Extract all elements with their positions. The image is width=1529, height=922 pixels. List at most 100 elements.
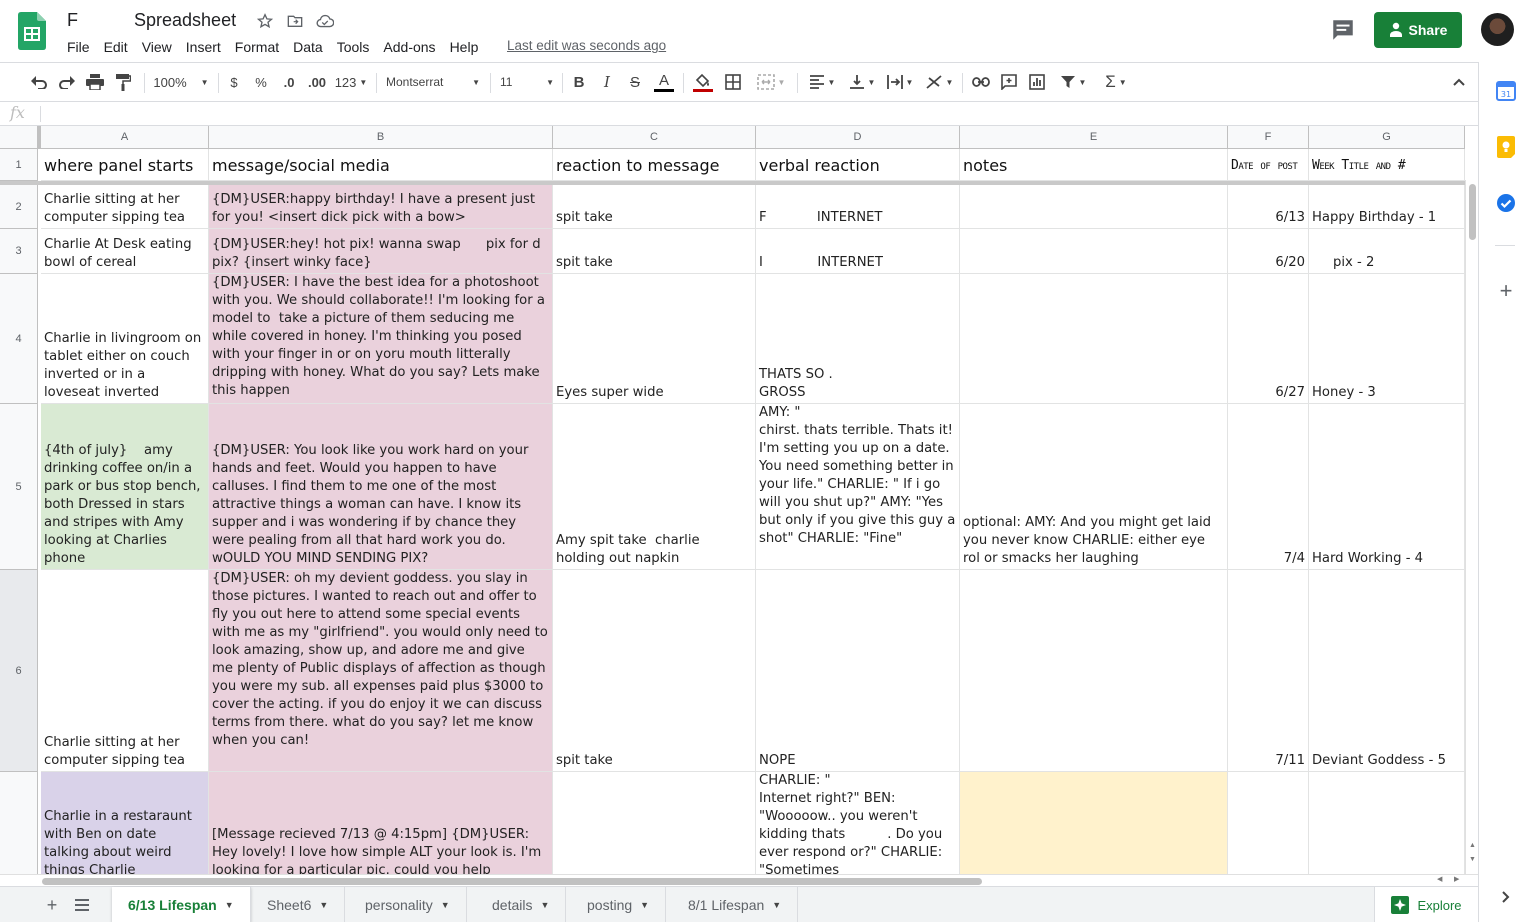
header-cell-e[interactable]: notes — [960, 149, 1228, 181]
header-cell-c[interactable]: reaction to message — [553, 149, 756, 181]
cell-c5[interactable]: Amy spit take charlie holding out napkin — [553, 404, 756, 570]
row-header-7[interactable] — [0, 772, 38, 874]
user-avatar[interactable] — [1481, 13, 1514, 46]
cell-g6[interactable]: Deviant Goddess - 5 — [1309, 570, 1465, 772]
cell-b7[interactable]: [Message recieved 7/13 @ 4:15pm] {DM}USE… — [209, 772, 553, 874]
select-all-corner[interactable] — [0, 126, 41, 149]
text-rotation-icon[interactable]: ▼ — [922, 71, 956, 93]
cell-a3[interactable]: Charlie At Desk eating bowl of cereal — [41, 229, 209, 274]
menu-edit[interactable]: Edit — [97, 37, 135, 57]
increase-decimal-button[interactable]: .00 — [304, 71, 330, 93]
cell-e2[interactable] — [960, 185, 1228, 229]
cell-c4[interactable]: Eyes super wide — [553, 274, 756, 404]
menu-file[interactable]: File — [60, 37, 97, 57]
sheets-logo-icon[interactable] — [18, 12, 46, 50]
cell-a5[interactable]: {4th of july} amy drinking coffee on/in … — [41, 404, 209, 570]
insert-chart-icon[interactable] — [1026, 71, 1048, 93]
currency-format-button[interactable]: $ — [226, 71, 242, 93]
decrease-decimal-button[interactable]: .0 — [279, 71, 299, 93]
undo-icon[interactable] — [28, 71, 50, 93]
cell-d5[interactable]: AMY: " chirst. thats terrible. Thats it!… — [756, 404, 960, 570]
font-size-select[interactable]: 11 ▼ — [500, 71, 554, 93]
collapse-toolbar-icon[interactable] — [1450, 71, 1468, 93]
chevron-down-icon[interactable]: ▼ — [319, 900, 328, 910]
cell-b3[interactable]: {DM}USER:hey! hot pix! wanna swap pix fo… — [209, 229, 553, 274]
cell-f4[interactable]: 6/27 — [1228, 274, 1309, 404]
cell-f6[interactable]: 7/11 — [1228, 570, 1309, 772]
row-header-3[interactable]: 3 — [0, 229, 38, 274]
tab-6-13-lifespan[interactable]: 6/13 Lifespan ▼ — [112, 887, 251, 922]
scroll-right-icon[interactable]: ▶ — [1454, 875, 1459, 883]
cell-g2[interactable]: Happy Birthday - 1 — [1309, 185, 1465, 229]
all-sheets-icon[interactable] — [70, 893, 94, 917]
share-button[interactable]: Share — [1374, 12, 1462, 48]
menu-addons[interactable]: Add-ons — [376, 37, 442, 57]
cell-d3[interactable]: I INTERNET — [756, 229, 960, 274]
header-cell-b[interactable]: message/social media — [209, 149, 553, 181]
zoom-select[interactable]: 100% ▼ — [152, 71, 210, 93]
header-cell-a[interactable]: where panel starts — [41, 149, 209, 181]
column-header-f[interactable]: F — [1228, 126, 1309, 149]
cell-e4[interactable] — [960, 274, 1228, 404]
calendar-icon[interactable]: 31 — [1495, 80, 1517, 102]
horizontal-align-icon[interactable]: ▼ — [806, 71, 838, 93]
menu-tools[interactable]: Tools — [330, 37, 377, 57]
merge-cells-icon[interactable]: ▼ — [752, 71, 790, 93]
row-header-5[interactable]: 5 — [0, 404, 38, 570]
cell-a2[interactable]: Charlie sitting at her computer sipping … — [41, 185, 209, 229]
tasks-icon[interactable] — [1495, 192, 1517, 214]
cell-b6[interactable]: {DM}USER: oh my devient goddess. you sla… — [209, 570, 553, 772]
chevron-down-icon[interactable]: ▼ — [441, 900, 450, 910]
cell-e7[interactable] — [960, 772, 1228, 874]
menu-data[interactable]: Data — [286, 37, 330, 57]
fill-color-button[interactable] — [692, 71, 714, 93]
font-family-select[interactable]: Montserrat ▼ — [386, 71, 480, 93]
cloud-status-icon[interactable] — [315, 11, 335, 31]
insert-comment-icon[interactable] — [998, 71, 1020, 93]
tab-sheet6[interactable]: Sheet6 ▼ — [251, 887, 346, 922]
paint-format-icon[interactable] — [112, 71, 134, 93]
text-color-button[interactable]: A — [653, 71, 675, 93]
text-wrapping-icon[interactable]: ▼ — [884, 71, 916, 93]
comment-history-icon[interactable] — [1330, 17, 1356, 43]
horizontal-scrollbar[interactable]: ◀ ▶ — [0, 874, 1478, 886]
tab-posting[interactable]: posting ▼ — [571, 887, 667, 922]
menu-format[interactable]: Format — [228, 37, 286, 57]
row-header-2[interactable]: 2 — [0, 185, 38, 229]
explore-button[interactable]: Explore — [1374, 887, 1478, 922]
cell-c3[interactable]: spit take — [553, 229, 756, 274]
row-header-6[interactable]: 6 — [0, 570, 38, 772]
tab-details[interactable]: details ▼ — [476, 887, 567, 922]
cell-d7[interactable]: CHARLIE: " Internet right?" BEN: "Wooooo… — [756, 772, 960, 874]
menu-insert[interactable]: Insert — [179, 37, 228, 57]
column-header-d[interactable]: D — [756, 126, 960, 149]
header-cell-d[interactable]: verbal reaction — [756, 149, 960, 181]
cell-g7[interactable] — [1309, 772, 1465, 874]
cell-f7[interactable] — [1228, 772, 1309, 874]
scroll-up-icon[interactable]: ▲ — [1467, 842, 1478, 853]
header-cell-f[interactable]: Date of post — [1228, 149, 1309, 181]
more-formats-select[interactable]: 123 ▼ — [334, 71, 368, 93]
move-folder-icon[interactable] — [285, 11, 305, 31]
cell-d4[interactable]: THATS SO . GROSS — [756, 274, 960, 404]
menu-help[interactable]: Help — [443, 37, 486, 57]
italic-button[interactable]: I — [598, 71, 616, 93]
cell-e3[interactable] — [960, 229, 1228, 274]
vertical-scrollbar[interactable]: ▲ ▼ — [1465, 180, 1478, 874]
column-header-g[interactable]: G — [1309, 126, 1465, 149]
add-addon-icon[interactable]: + — [1495, 278, 1517, 303]
last-edit-link[interactable]: Last edit was seconds ago — [507, 38, 666, 53]
borders-icon[interactable] — [722, 71, 744, 93]
horizontal-scroll-thumb[interactable] — [42, 878, 982, 885]
vertical-align-icon[interactable]: ▼ — [846, 71, 878, 93]
document-title-prefix[interactable]: F — [67, 10, 78, 31]
star-icon[interactable] — [255, 11, 275, 31]
column-header-e[interactable]: E — [960, 126, 1228, 149]
filter-icon[interactable]: ▼ — [1056, 71, 1090, 93]
chevron-down-icon[interactable]: ▼ — [772, 900, 781, 910]
cell-b5[interactable]: {DM}USER: You look like you work hard on… — [209, 404, 553, 570]
cell-g4[interactable]: Honey - 3 — [1309, 274, 1465, 404]
header-cell-g[interactable]: Week Title and # — [1309, 149, 1465, 181]
chevron-down-icon[interactable]: ▼ — [640, 900, 649, 910]
cell-d2[interactable]: F INTERNET — [756, 185, 960, 229]
